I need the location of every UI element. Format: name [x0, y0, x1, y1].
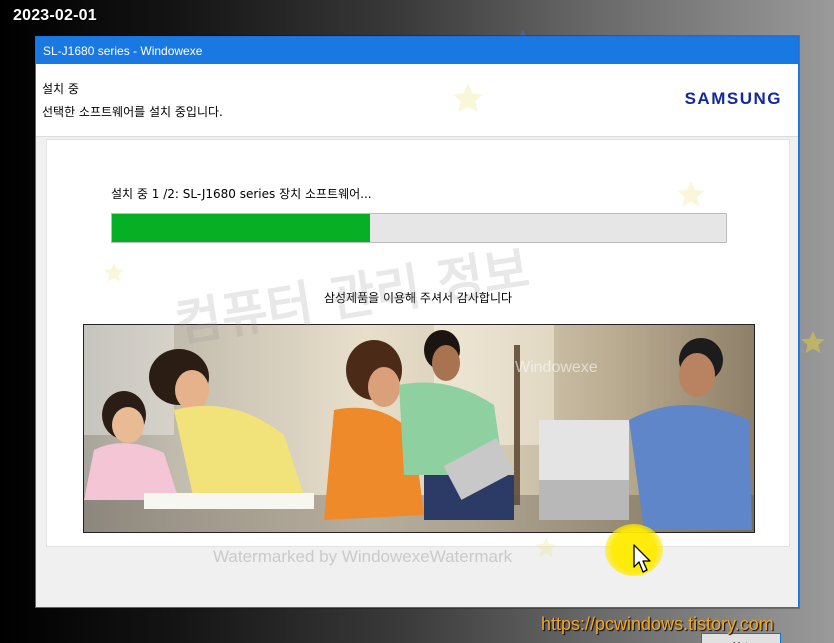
date-stamp: 2023-02-01 [13, 7, 97, 24]
page-subtitle: 선택한 소프트웨어를 설치 중입니다. [42, 105, 223, 119]
installer-window: SL-J1680 series - Windowexe 설치 중 선택한 소프트… [35, 36, 799, 643]
page-title: 설치 중 [42, 82, 79, 96]
samsung-logo: SAMSUNG [684, 89, 782, 108]
star-icon [801, 331, 825, 353]
watermark-text: Watermarked by WindowexeWatermark [213, 547, 513, 566]
mouse-cursor-icon [633, 544, 651, 573]
window-client: 설치 중 선택한 소프트웨어를 설치 중입니다. SAMSUNG 설치 중 1 … [36, 64, 798, 643]
star-icon [104, 262, 124, 282]
install-progress-bar [111, 213, 727, 243]
star-icon [535, 537, 557, 558]
watermark-banner: Windowexe [515, 359, 598, 376]
header: 설치 중 선택한 소프트웨어를 설치 중입니다. SAMSUNG [36, 64, 798, 136]
title-bar[interactable]: SL-J1680 series - Windowexe [36, 37, 798, 64]
site-url: https://pcwindows.tistory.com [541, 614, 774, 634]
install-status-text: 설치 중 1 /2: SL-J1680 series 장치 소프트웨어... [111, 187, 372, 201]
star-icon [452, 83, 484, 113]
star-icon [677, 181, 705, 207]
progress-fill [112, 214, 370, 242]
window-title: SL-J1680 series - Windowexe [43, 43, 203, 58]
